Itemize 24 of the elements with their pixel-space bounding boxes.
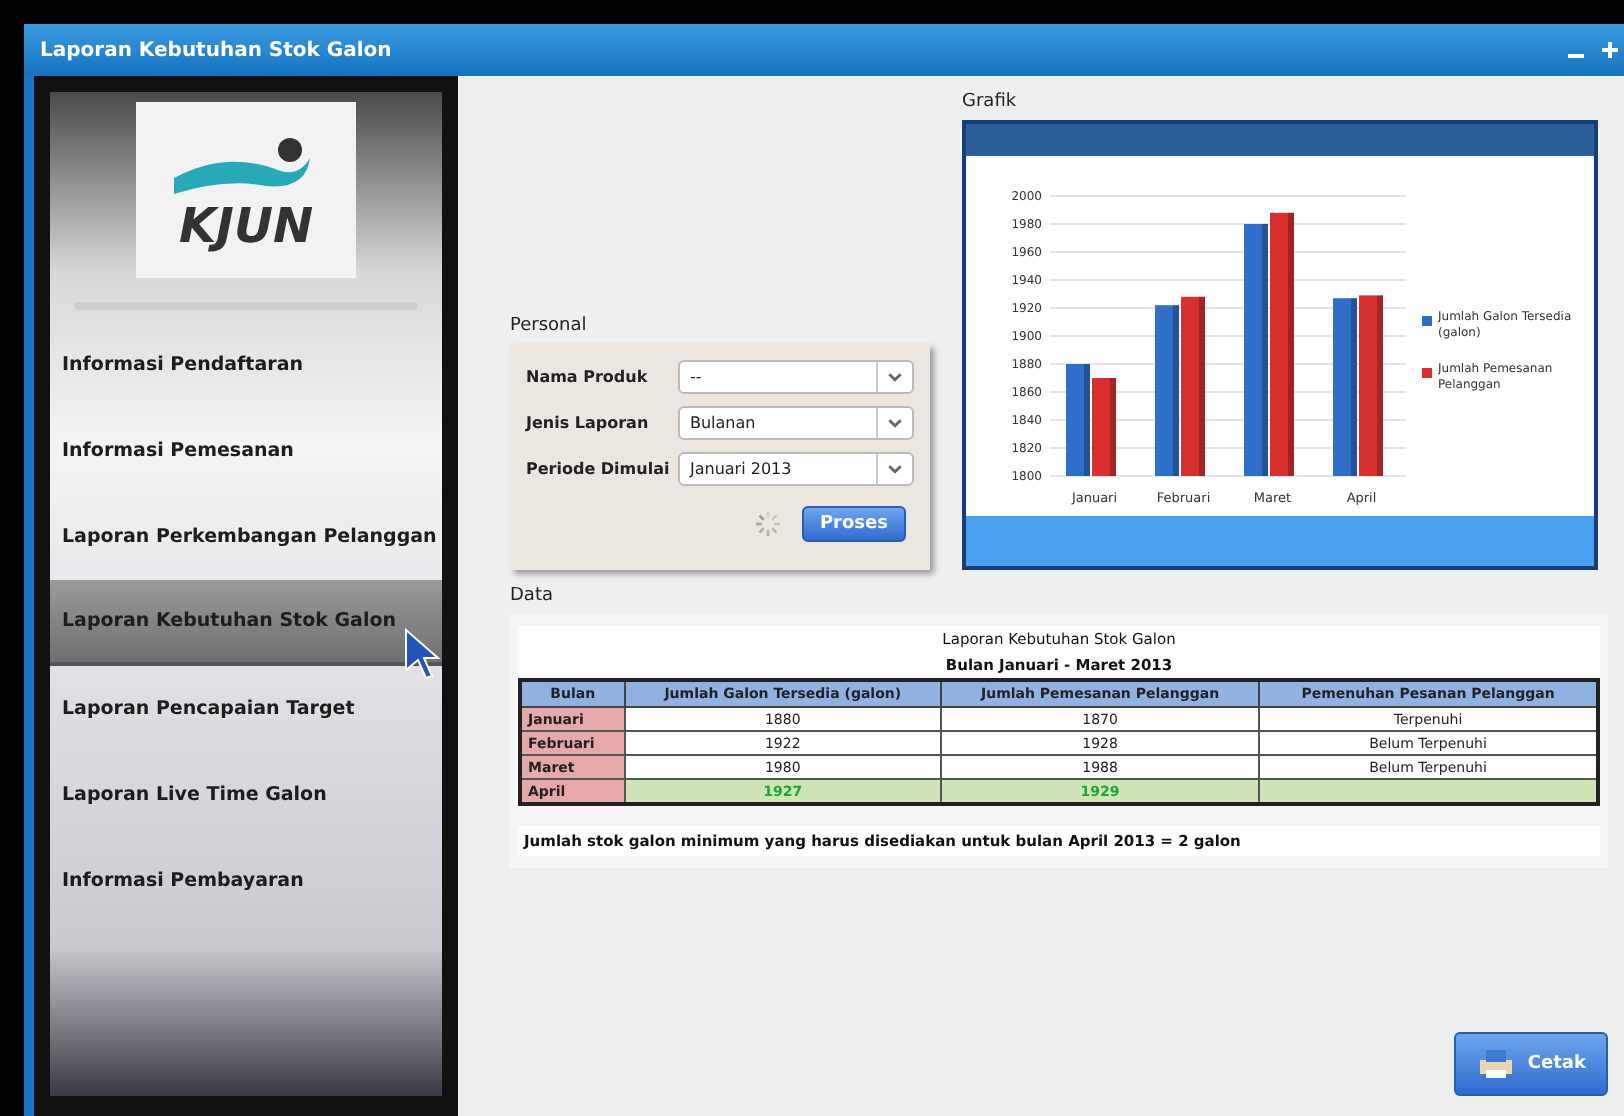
sidebar-item[interactable]: Informasi Pendaftaran [50, 322, 442, 408]
group-title: Personal [510, 316, 589, 336]
window-title: Laporan Kebutuhan Stok Galon [40, 39, 392, 61]
sidebar-item[interactable]: Laporan Pencapaian Target [50, 666, 442, 752]
maximize-icon[interactable] [1596, 36, 1624, 64]
sidebar-item[interactable]: Informasi Pemesanan [50, 408, 442, 494]
group-title: Grafik [962, 92, 1019, 112]
sidebar-item[interactable]: Laporan Perkembangan Pelanggan [50, 494, 442, 580]
sidebar-item[interactable]: Laporan Live Time Galon [50, 752, 442, 838]
field-label: Nama Produk [526, 368, 650, 386]
field-label: Periode Dimulai [526, 460, 670, 478]
dropdown[interactable]: -- [678, 360, 914, 394]
dropdown[interactable]: Januari 2013 [678, 452, 914, 486]
sidebar-item[interactable]: Informasi Pembayaran [50, 838, 442, 924]
bar [1092, 378, 1116, 476]
printer-icon [1475, 1048, 1516, 1080]
dropdown[interactable]: Bulanan [678, 406, 914, 440]
field-label: Jenis Laporan [526, 414, 651, 432]
cursor-icon [402, 628, 442, 680]
sidebar-item[interactable]: Laporan Kebutuhan Stok Galon [50, 580, 442, 666]
group-title: Data [510, 586, 555, 606]
spinner-icon [753, 510, 782, 538]
bar [1066, 364, 1090, 476]
logo-text: KJUN [178, 202, 314, 250]
